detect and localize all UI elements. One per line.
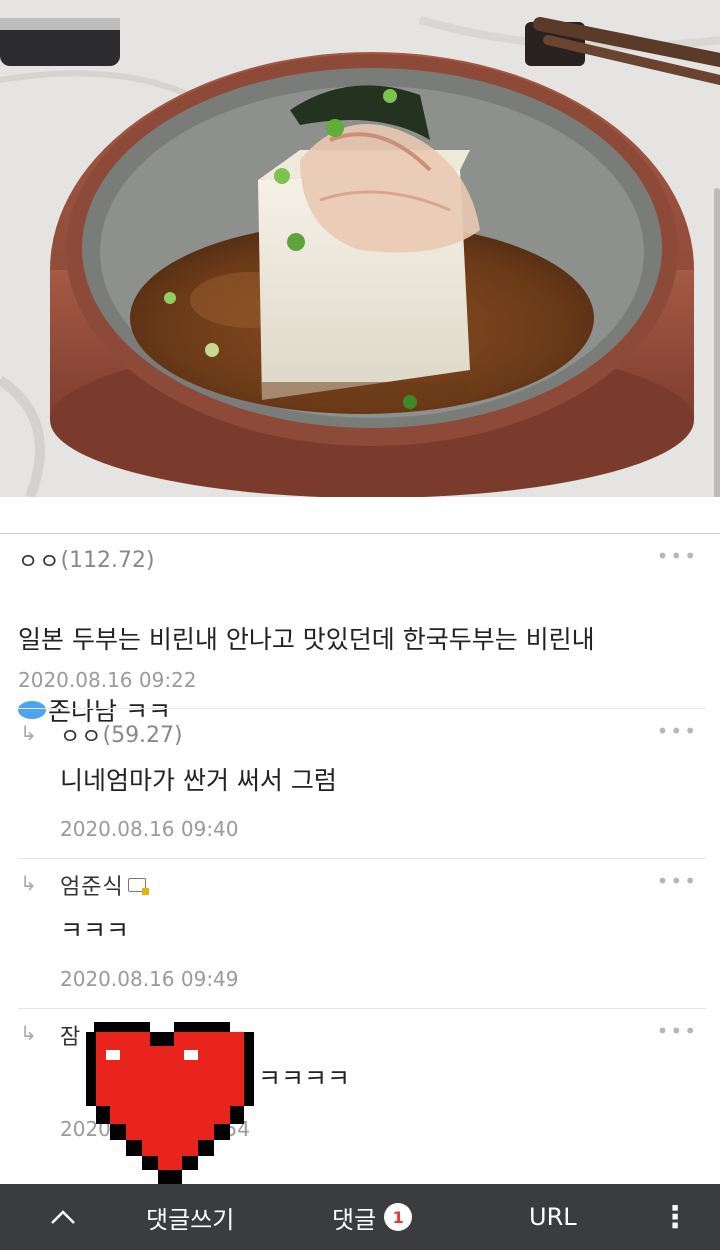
chevron-up-icon [51,1210,75,1224]
tofu-photo [0,0,720,497]
spacer [0,497,720,533]
comment-text-line: 일본 두부는 비린내 안나고 맛있던데 한국두부는 비린내 [18,625,595,654]
comment-author[interactable]: ㅇㅇ [18,544,60,576]
collapse-button[interactable] [50,1184,76,1250]
menu-icon[interactable]: ⋮ [660,1184,690,1250]
comment-count-badge: 1 [384,1203,413,1231]
reply-item: ↳ 엄준식 ••• ㅋㅋㅋ 2020.08.16 09:49 [0,859,720,1009]
write-comment-button[interactable]: 댓글쓰기 [146,1184,234,1250]
member-badge-icon [127,878,149,895]
reply-author-line: ㅇㅇ (59.27) [60,719,183,751]
comments-label: 댓글 [332,1205,377,1234]
comment-author-line: ㅇㅇ (112.72) [18,544,155,576]
more-options-icon[interactable]: ••• [657,544,698,568]
more-options-icon[interactable]: ••• [657,1019,698,1043]
reply-author-line: 잠 [60,1019,81,1051]
reply-timestamp: 2020.08.16 09:49 [60,967,239,991]
reply-author-score: (59.27) [102,722,183,748]
reply-text: 니네엄마가 싼거 써서 그럼 [60,766,337,795]
reply-author[interactable]: 잠 [60,1019,81,1051]
reply-item: ↳ ㅇㅇ (59.27) ••• 니네엄마가 싼거 써서 그럼 2020.08.… [0,709,720,859]
reply-arrow-icon: ↳ [20,1021,37,1045]
scrollbar[interactable] [714,188,720,520]
page: ㅇㅇ (112.72) ••• 일본 두부는 비린내 안나고 맛있던데 한국두부… [0,0,720,1250]
more-options-icon[interactable]: ••• [657,869,698,893]
reply-timestamp: 2020.08.16 09:40 [60,817,239,841]
more-options-icon[interactable]: ••• [657,719,698,743]
reply-author[interactable]: 엄준식 [60,869,124,901]
comment-item: ㅇㅇ (112.72) ••• 일본 두부는 비린내 안나고 맛있던데 한국두부… [0,534,720,726]
comment-timestamp: 2020.08.16 09:22 [18,668,197,692]
comment-author-score: (112.72) [60,547,155,573]
reply-arrow-icon: ↳ [20,721,37,745]
reply-text: ㅋㅋㅋㅋ [258,1064,351,1093]
reply-author-line: 엄준식 [60,869,149,901]
pixel-heart-sticker [86,1022,254,1184]
reply-arrow-icon: ↳ [20,871,37,895]
reply-author[interactable]: ㅇㅇ [60,719,102,751]
url-button[interactable]: URL [529,1184,577,1250]
reply-text: ㅋㅋㅋ [60,916,130,945]
post-image[interactable] [0,0,720,497]
bottom-toolbar: 댓글쓰기 댓글 1 URL ⋮ [0,1184,720,1250]
comments-button[interactable]: 댓글 1 [332,1184,413,1250]
